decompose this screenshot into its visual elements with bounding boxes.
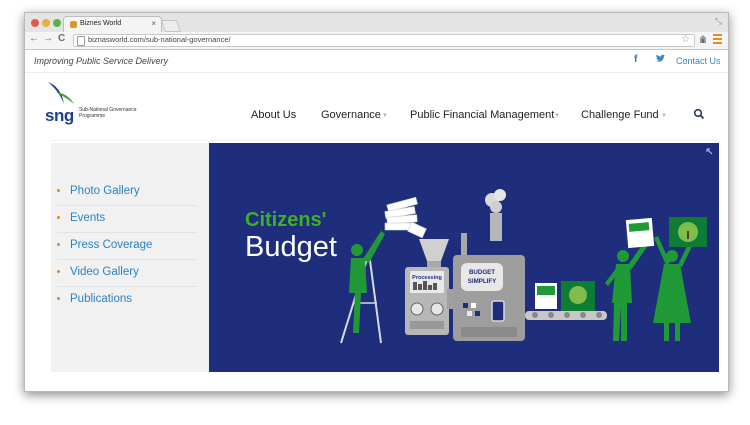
tagline: Improving Public Service Delivery [34, 56, 169, 66]
sidebar-item-photo-gallery[interactable]: Photo Gallery [57, 179, 197, 206]
sidebar-item-label[interactable]: Photo Gallery [70, 185, 140, 197]
bullet-icon [57, 243, 60, 246]
chevron-down-icon: ▼ [382, 113, 388, 119]
chevron-down-icon: ▼ [554, 113, 560, 119]
top-bar: Improving Public Service Delivery f Cont… [25, 50, 728, 73]
tab-close-icon[interactable]: × [151, 19, 156, 28]
machine-processing-label: Processing [412, 275, 442, 281]
bullet-icon [57, 189, 60, 192]
sidebar-item-video-gallery[interactable]: Video Gallery [57, 260, 197, 287]
person-figure-right-2 [653, 236, 695, 341]
maximize-window-button[interactable] [53, 19, 61, 27]
held-booklet [625, 217, 655, 249]
sidebar-item-press-coverage[interactable]: Press Coverage [57, 233, 197, 260]
search-icon[interactable] [693, 108, 705, 120]
sidebar-item-publications[interactable]: Publications [57, 287, 197, 313]
logo-subtitle: Sub-National Governance Programme [79, 107, 137, 119]
browser-window: Biznes World × ⤡ ← → C biznasworld.com/s… [24, 12, 729, 392]
sidebar-item-label[interactable]: Video Gallery [70, 266, 139, 278]
reload-button[interactable]: C [58, 33, 65, 44]
url-text[interactable]: biznasworld.com/sub-national-governance/ [88, 35, 231, 44]
minimize-window-button[interactable] [42, 19, 50, 27]
person-figure-right [605, 241, 649, 341]
twitter-icon[interactable] [655, 54, 665, 64]
bookmark-star-icon[interactable]: ☆ [681, 34, 690, 45]
paper-stack [384, 196, 427, 239]
chevron-down-icon: ▼ [661, 113, 667, 119]
bullet-icon [57, 297, 60, 300]
sidebar-menu: Photo Gallery Events Press Coverage Vide… [51, 143, 209, 372]
new-tab-button[interactable] [160, 20, 182, 32]
sidebar-item-label[interactable]: Events [70, 212, 105, 224]
bullet-icon [57, 270, 60, 273]
close-window-button[interactable] [31, 19, 39, 27]
logo-abbr: sng [45, 106, 74, 125]
resize-icon[interactable]: ⤡ [715, 16, 722, 27]
facebook-icon[interactable]: f [634, 54, 637, 65]
nav-about-us[interactable]: About Us [251, 109, 296, 121]
forward-button[interactable]: → [43, 33, 53, 44]
address-bar[interactable]: biznasworld.com/sub-national-governance/… [73, 34, 695, 47]
favicon-icon [70, 21, 77, 28]
machine-budget-label: BUDGET [469, 269, 495, 276]
page-icon [77, 36, 85, 46]
browser-menu-icon[interactable] [713, 34, 722, 44]
browser-tab[interactable]: Biznes World × [63, 16, 162, 33]
nav-governance[interactable]: Governance [321, 109, 381, 121]
budget-machine-illustration: Processing BUDGET SIMPLIFY [340, 148, 713, 344]
nav-public-financial-management[interactable]: Public Financial Management [410, 109, 554, 121]
citizens-budget-banner[interactable]: Citizens' Budget Processing BUDGET SIMPL… [209, 143, 719, 372]
header-divider [51, 140, 719, 141]
nav-challenge-fund[interactable]: Challenge Fund [581, 109, 659, 121]
back-button[interactable]: ← [29, 33, 39, 44]
tab-title: Biznes World [80, 20, 122, 27]
bullet-icon [57, 216, 60, 219]
sidebar-item-events[interactable]: Events [57, 206, 197, 233]
site-logo[interactable]: sng Sub-National Governance Programme [40, 80, 140, 125]
contact-us-link[interactable]: Contact Us [676, 56, 721, 66]
tab-strip: Biznes World × ⤡ [25, 13, 728, 33]
person-figure-left [349, 231, 385, 333]
extension-icon[interactable] [698, 34, 708, 44]
sidebar-item-label[interactable]: Press Coverage [70, 239, 152, 251]
expand-icon [706, 148, 713, 155]
machine-simplify-label: SIMPLIFY [468, 278, 497, 285]
sidebar-item-label[interactable]: Publications [70, 293, 132, 305]
web-page: Improving Public Service Delivery f Cont… [25, 50, 728, 391]
browser-toolbar: ← → C biznasworld.com/sub-national-gover… [25, 32, 728, 50]
logo-swoosh-icon [48, 82, 74, 104]
